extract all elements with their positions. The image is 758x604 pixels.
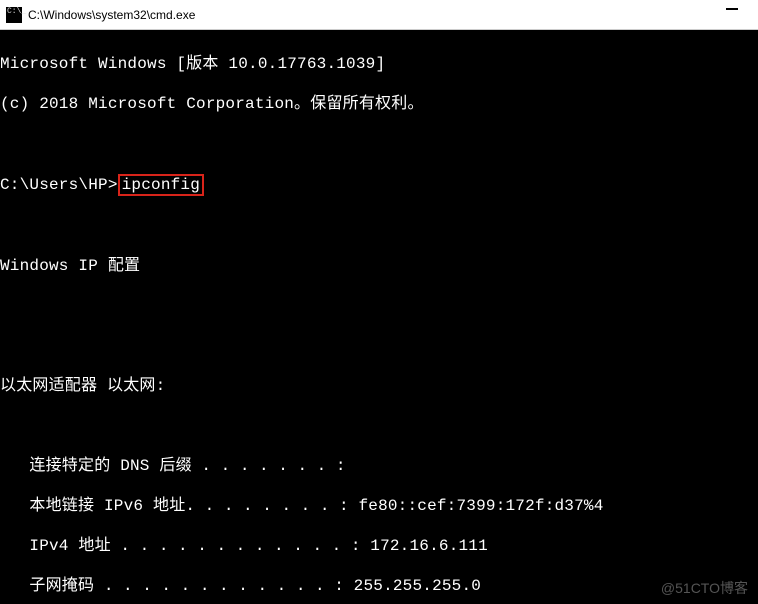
blank — [0, 216, 758, 236]
terminal-output[interactable]: Microsoft Windows [版本 10.0.17763.1039] (… — [0, 30, 758, 604]
eth-ipv6: 本地链接 IPv6 地址. . . . . . . . : fe80::cef:… — [0, 496, 758, 516]
blank — [0, 134, 758, 154]
adapter-ethernet-title: 以太网适配器 以太网: — [0, 376, 758, 396]
prompt-prefix: C:\Users\HP> — [0, 176, 118, 194]
window-titlebar[interactable]: C:\Windows\system32\cmd.exe — [0, 0, 758, 30]
eth-dns: 连接特定的 DNS 后缀 . . . . . . . : — [0, 456, 758, 476]
cmd-icon — [6, 7, 22, 23]
eth-ipv4: IPv4 地址 . . . . . . . . . . . . : 172.16… — [0, 536, 758, 556]
eth-mask: 子网掩码 . . . . . . . . . . . . : 255.255.2… — [0, 576, 758, 596]
blank — [0, 296, 758, 316]
blank — [0, 336, 758, 356]
ipconfig-title: Windows IP 配置 — [0, 256, 758, 276]
command-highlight: ipconfig — [118, 174, 204, 196]
prompt-line: C:\Users\HP>ipconfig — [0, 174, 758, 196]
watermark: @51CTO博客 — [661, 578, 748, 598]
window-title: C:\Windows\system32\cmd.exe — [28, 8, 195, 22]
minimize-icon[interactable] — [726, 8, 738, 10]
blank — [0, 416, 758, 436]
version-line: Microsoft Windows [版本 10.0.17763.1039] — [0, 54, 758, 74]
copyright-line: (c) 2018 Microsoft Corporation。保留所有权利。 — [0, 94, 758, 114]
